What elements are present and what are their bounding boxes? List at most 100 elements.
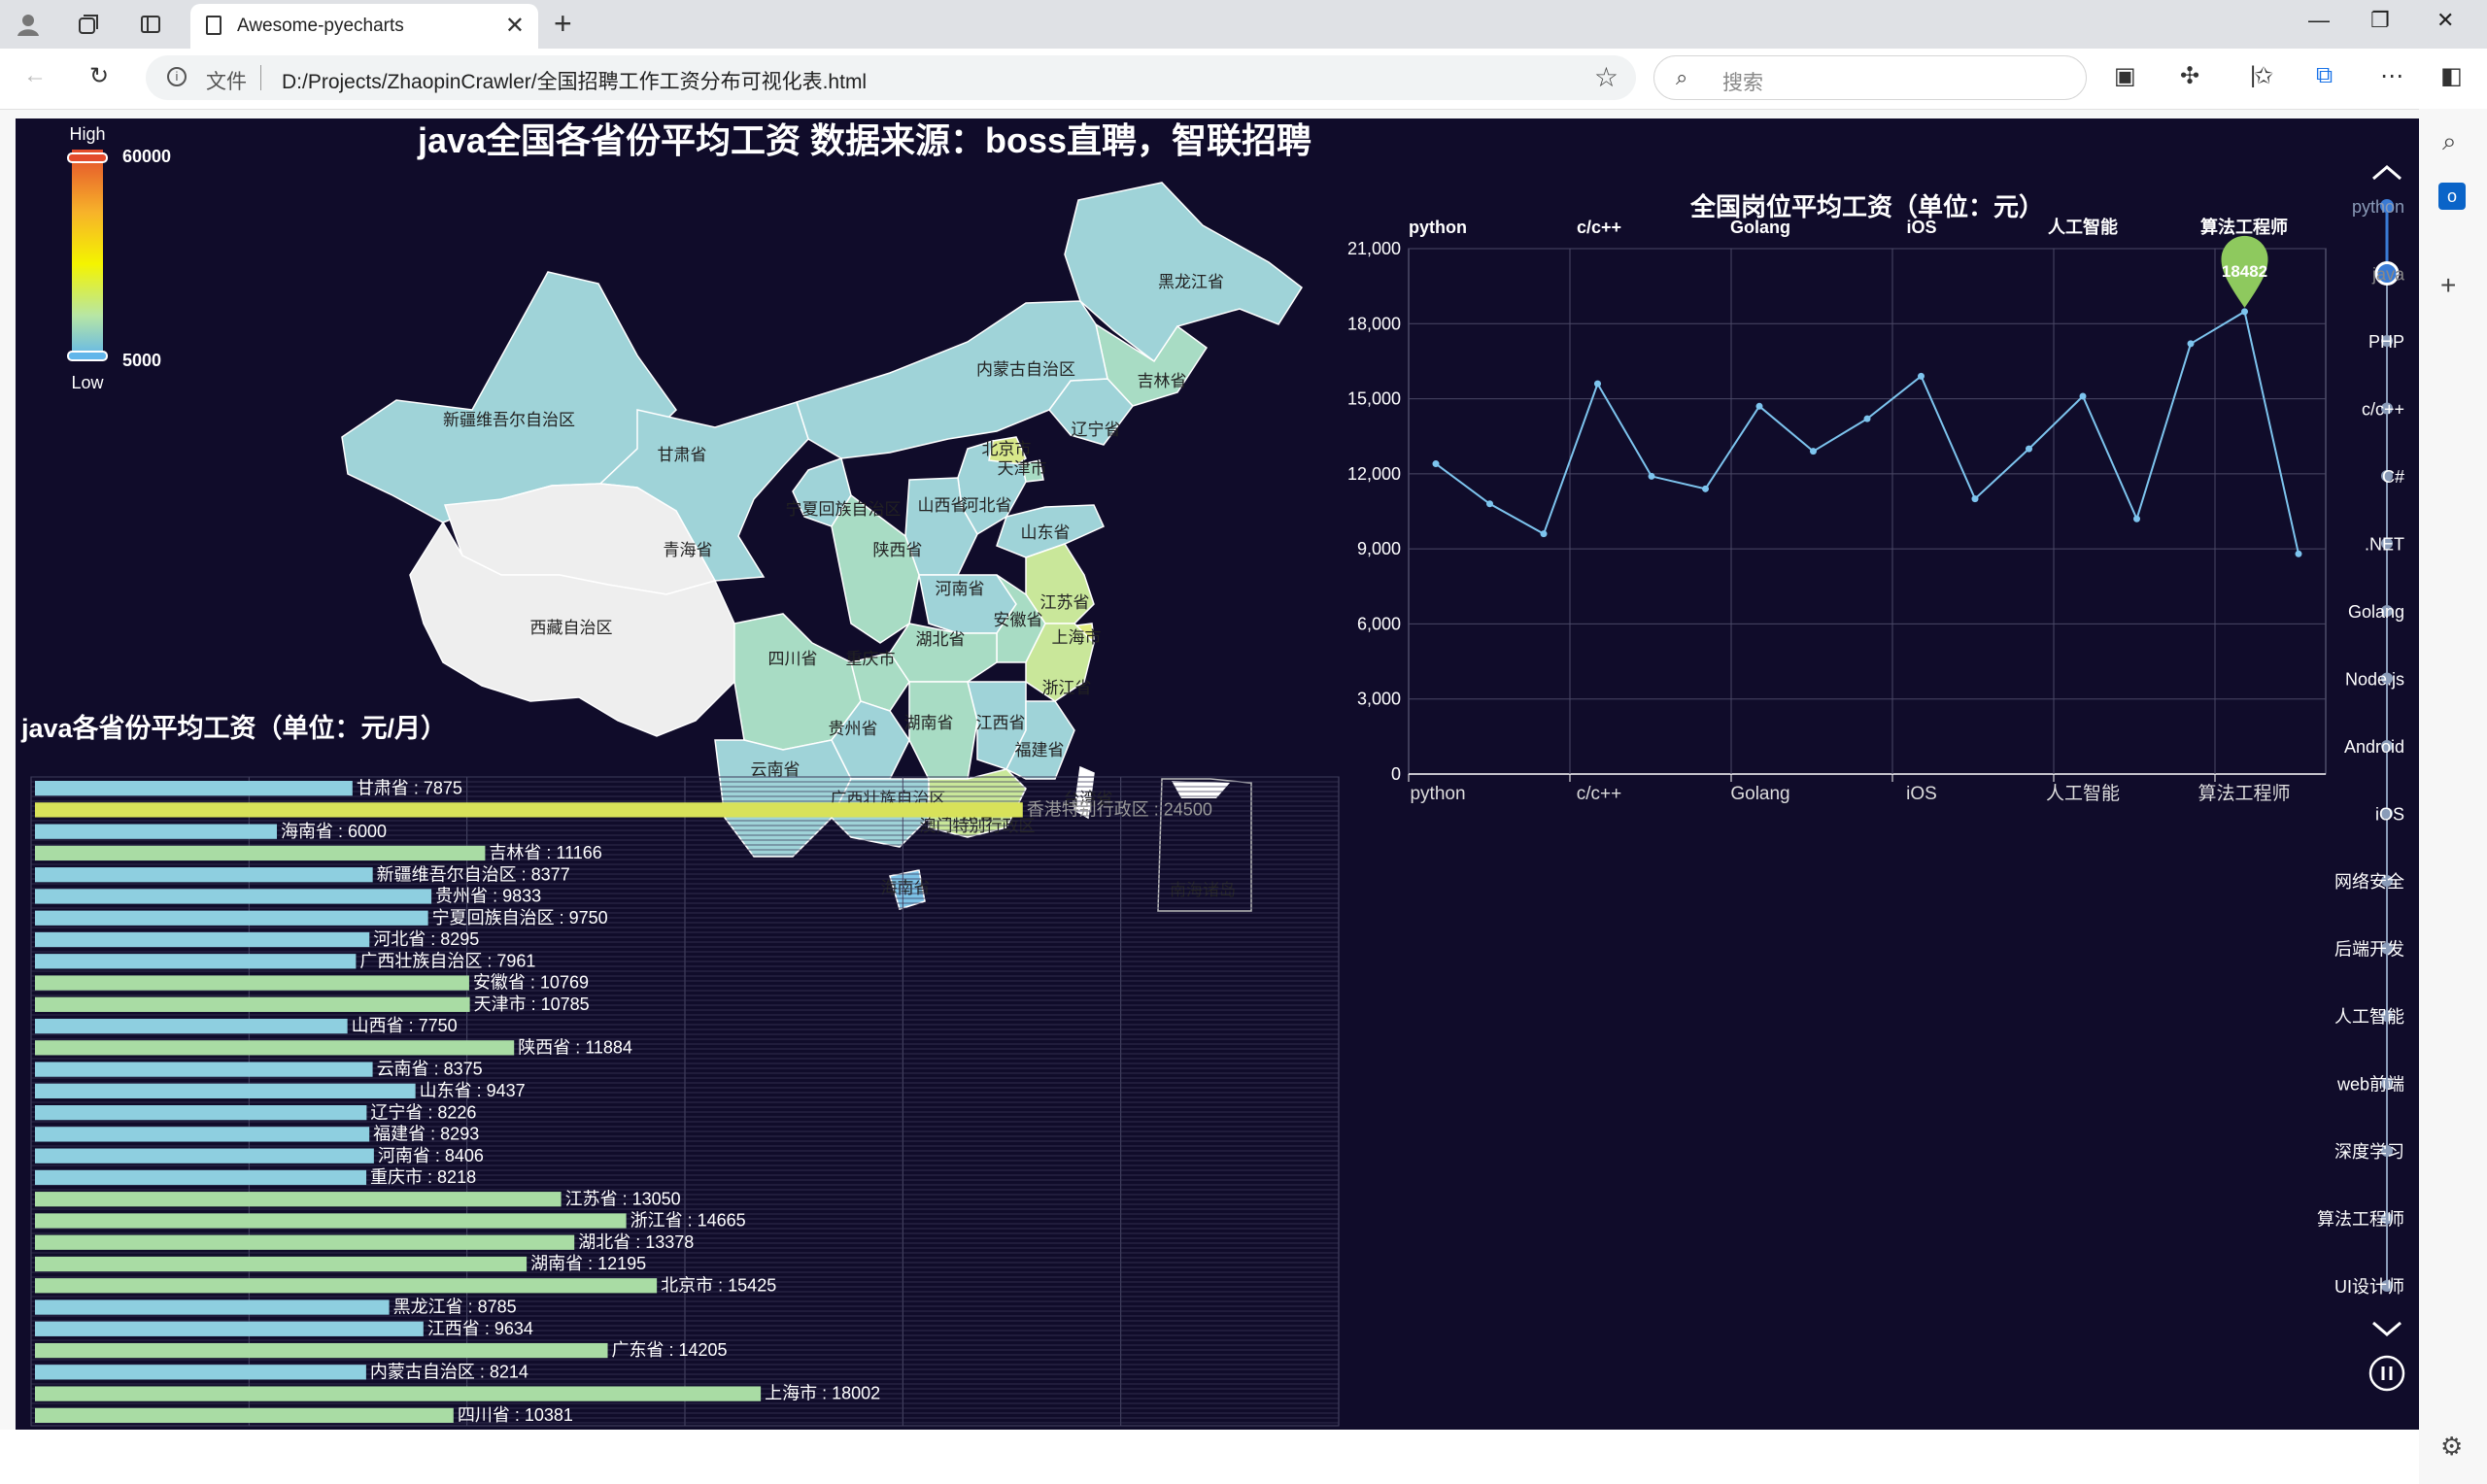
new-tab-button[interactable]: + xyxy=(554,6,572,42)
timeline[interactable]: python java PHP c/c++ C# .NET Golang Node.js And… xyxy=(2317,165,2405,1392)
timeline-label[interactable]: .NET xyxy=(2365,535,2404,555)
bar[interactable] xyxy=(35,1127,370,1142)
region-neimenggu[interactable] xyxy=(796,300,1108,459)
url-text[interactable]: D:/Projects/ZhaopinCrawler/全国招聘工作工资分布可视化… xyxy=(282,66,867,95)
bar[interactable] xyxy=(35,1040,515,1056)
bar[interactable] xyxy=(35,996,470,1012)
bar[interactable] xyxy=(35,975,469,991)
chart-canvas: java全国各省份平均工资 数据来源：boss直聘，智联招聘 High 6000… xyxy=(16,118,2419,1430)
bar[interactable] xyxy=(35,1213,627,1229)
line-point[interactable] xyxy=(2295,550,2302,557)
bar[interactable] xyxy=(35,1062,373,1077)
bar[interactable] xyxy=(35,954,357,969)
refresh-icon[interactable]: ↻ xyxy=(89,62,109,90)
line-point[interactable] xyxy=(1863,415,1871,422)
bar[interactable] xyxy=(35,1321,424,1336)
bar[interactable] xyxy=(35,1278,658,1294)
line-point[interactable] xyxy=(2026,445,2032,453)
timeline-label[interactable]: 深度学习 xyxy=(2334,1142,2404,1162)
timeline-label[interactable]: web前端 xyxy=(2336,1075,2404,1095)
bar[interactable] xyxy=(35,1407,454,1423)
bar[interactable] xyxy=(35,781,353,796)
outlook-icon[interactable]: o xyxy=(2438,183,2466,210)
timeline-label[interactable]: iOS xyxy=(2375,805,2404,825)
reading-icon[interactable]: ▣ xyxy=(2114,62,2136,90)
bar[interactable] xyxy=(35,1299,390,1315)
timeline-label[interactable]: c/c++ xyxy=(2362,400,2404,420)
bar[interactable] xyxy=(35,1105,367,1121)
timeline-label[interactable]: PHP xyxy=(2368,332,2404,352)
line-point[interactable] xyxy=(1971,495,1979,503)
bar[interactable] xyxy=(35,802,1023,818)
timeline-label[interactable]: 后端开发 xyxy=(2334,940,2404,960)
bar[interactable] xyxy=(35,1083,416,1098)
line-point[interactable] xyxy=(2187,340,2195,348)
close-window-icon[interactable]: ✕ xyxy=(2436,8,2454,33)
favorites-icon[interactable]: ✩ xyxy=(2254,62,2273,90)
add-sidebar-icon[interactable]: + xyxy=(2440,270,2456,301)
collections-icon[interactable]: ⧉ xyxy=(2316,62,2333,89)
timeline-label[interactable]: java xyxy=(2371,265,2405,285)
bar[interactable] xyxy=(35,1256,528,1272)
bar[interactable] xyxy=(35,845,486,861)
timeline-label[interactable]: 网络安全 xyxy=(2334,872,2404,892)
profile-icon[interactable] xyxy=(14,10,43,39)
line-point[interactable] xyxy=(2079,392,2087,400)
back-icon[interactable]: ← xyxy=(23,62,47,89)
bar[interactable] xyxy=(35,824,278,839)
bar[interactable] xyxy=(35,889,432,904)
bar[interactable] xyxy=(35,867,373,883)
vertical-tabs-icon[interactable] xyxy=(136,10,165,39)
search-sidebar-icon[interactable]: ⌕ xyxy=(2442,126,2457,157)
settings-icon[interactable]: ⚙ xyxy=(2440,1432,2463,1462)
timeline-next-icon[interactable] xyxy=(2372,1321,2402,1336)
timeline-label[interactable]: 算法工程师 xyxy=(2317,1210,2404,1230)
line-point[interactable] xyxy=(1486,500,1493,508)
line-point[interactable] xyxy=(1432,460,1440,468)
bar[interactable] xyxy=(35,1018,348,1034)
more-icon[interactable]: ⋯ xyxy=(2380,62,2403,90)
line-point[interactable] xyxy=(1918,372,1925,380)
minimize-icon[interactable]: — xyxy=(2308,8,2330,33)
tab-active[interactable]: Awesome-pyecharts ✕ xyxy=(190,4,538,49)
line-point[interactable] xyxy=(1540,530,1548,538)
favorite-star-icon[interactable]: ☆ xyxy=(1594,61,1618,93)
bar[interactable] xyxy=(35,1365,366,1380)
line-point[interactable] xyxy=(2133,515,2140,523)
bar[interactable] xyxy=(35,910,428,926)
line-point[interactable] xyxy=(2241,308,2248,316)
timeline-label[interactable]: C# xyxy=(2382,467,2404,487)
timeline-label[interactable]: Golang xyxy=(2348,602,2404,622)
info-icon[interactable]: i xyxy=(167,67,187,86)
bar-label: 江西省 : 9634 xyxy=(427,1319,533,1338)
bar[interactable] xyxy=(35,1148,374,1164)
bar[interactable] xyxy=(35,1169,367,1186)
workspaces-icon[interactable] xyxy=(74,10,103,39)
visualmap-handle-bottom[interactable] xyxy=(67,351,108,361)
search-box[interactable]: ⌕ 搜索 xyxy=(1653,55,2087,100)
address-bar[interactable]: i 文件 D:/Projects/ZhaopinCrawler/全国招聘工作工资… xyxy=(146,55,1636,100)
restore-icon[interactable]: ❐ xyxy=(2370,8,2390,33)
timeline-label[interactable]: 人工智能 xyxy=(2334,1007,2404,1027)
line-point[interactable] xyxy=(1755,402,1763,410)
timeline-label[interactable]: python xyxy=(2352,197,2404,217)
line-point[interactable] xyxy=(1810,448,1817,455)
timeline-label[interactable]: Android xyxy=(2344,737,2404,757)
timeline-label[interactable]: Node.js xyxy=(2345,670,2404,690)
sidebar-toggle-icon[interactable]: ◧ xyxy=(2440,62,2463,90)
bar[interactable] xyxy=(35,931,370,948)
line-point[interactable] xyxy=(1594,380,1601,388)
bar[interactable] xyxy=(35,1192,562,1207)
bar[interactable] xyxy=(35,1342,608,1359)
line-point[interactable] xyxy=(1702,485,1709,492)
bar[interactable] xyxy=(35,1234,575,1250)
bar[interactable] xyxy=(35,1386,762,1401)
line-point[interactable] xyxy=(1648,472,1655,480)
close-tab-icon[interactable]: ✕ xyxy=(505,12,525,40)
timeline-label[interactable]: UI设计师 xyxy=(2334,1277,2404,1297)
extensions-icon[interactable]: ✣ xyxy=(2180,62,2199,90)
timeline-pause-icon[interactable] xyxy=(2368,1355,2405,1392)
visualmap-gradient[interactable] xyxy=(72,150,103,357)
visualmap-handle-top[interactable] xyxy=(67,152,108,163)
timeline-prev-icon[interactable] xyxy=(2372,165,2402,181)
